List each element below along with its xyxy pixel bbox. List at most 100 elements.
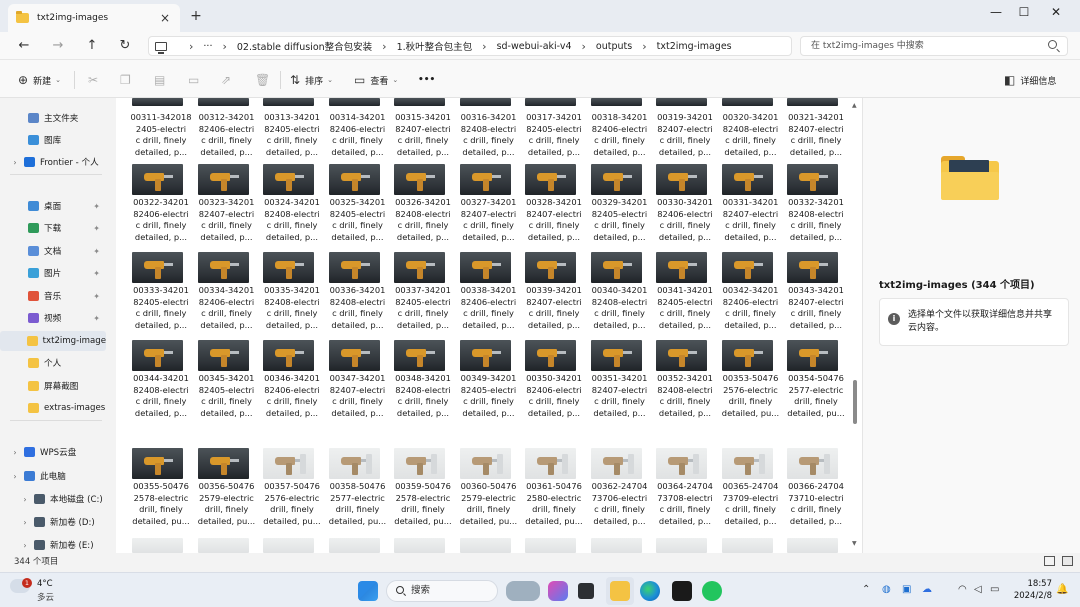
tab-txt2img-images[interactable]: txt2img-images × bbox=[8, 4, 180, 32]
partial-thumbnail[interactable] bbox=[394, 538, 445, 553]
file-item[interactable]: 00356-50476 2579-electric drill, finely … bbox=[196, 448, 258, 532]
forward-button[interactable]: → bbox=[50, 38, 66, 54]
file-item[interactable]: 00360-50476 2579-electric drill, finely … bbox=[458, 448, 520, 532]
start-button[interactable] bbox=[358, 581, 378, 601]
file-item[interactable]: 00346-34201 82406-electri c drill, finel… bbox=[261, 340, 323, 424]
sidebar-item-8[interactable]: 视频 ✦ bbox=[0, 308, 106, 328]
partial-thumbnail[interactable] bbox=[263, 538, 314, 553]
delete-button[interactable]: 🗑 bbox=[255, 72, 275, 88]
file-item[interactable]: 00318-34201 82406-electri c drill, finel… bbox=[589, 98, 651, 164]
sidebar-item-7[interactable]: 音乐 ✦ bbox=[0, 286, 106, 306]
tiles-view-icon[interactable] bbox=[1062, 556, 1073, 566]
file-item[interactable]: 00325-34201 82405-electri c drill, finel… bbox=[327, 164, 389, 248]
file-item[interactable]: 00361-50476 2580-electric drill, finely … bbox=[523, 448, 585, 532]
breadcrumb-separator-icon[interactable]: › bbox=[222, 40, 226, 53]
rename-button[interactable]: ▭ bbox=[188, 72, 204, 88]
notification-bell-icon[interactable]: 🔔 bbox=[1056, 584, 1068, 595]
file-item[interactable]: 00365-24704 73709-electri c drill, finel… bbox=[720, 448, 782, 532]
sidebar-item-6[interactable]: 图片 ✦ bbox=[0, 263, 106, 283]
tab-close-icon[interactable]: × bbox=[158, 11, 172, 25]
maximize-button[interactable]: ☐ bbox=[1010, 4, 1038, 20]
file-item[interactable]: 00344-34201 82408-electri c drill, finel… bbox=[130, 340, 192, 424]
up-button[interactable]: ↑ bbox=[84, 38, 100, 54]
breadcrumb-item[interactable]: outputs bbox=[596, 41, 632, 52]
partial-thumbnail[interactable] bbox=[721, 538, 773, 553]
file-item[interactable]: 00355-50476 2578-electric drill, finely … bbox=[130, 448, 192, 532]
battery-icon[interactable]: ▭ bbox=[990, 584, 999, 595]
wifi-icon[interactable]: ◠ bbox=[958, 584, 967, 595]
file-explorer-taskbar-icon[interactable] bbox=[610, 581, 630, 601]
file-item[interactable]: 00345-34201 82405-electri c drill, finel… bbox=[196, 340, 258, 424]
task-view-icon[interactable] bbox=[578, 583, 594, 599]
breadcrumb-item[interactable]: 1.秋叶整合包主包 bbox=[397, 39, 473, 53]
breadcrumb-separator-icon[interactable]: › bbox=[382, 40, 386, 53]
file-item[interactable]: 00329-34201 82405-electri c drill, finel… bbox=[589, 164, 651, 248]
partial-thumbnail[interactable] bbox=[197, 538, 249, 553]
file-item[interactable]: 00366-24704 73710-electri c drill, finel… bbox=[785, 448, 847, 532]
file-item[interactable]: 00320-34201 82408-electri c drill, finel… bbox=[720, 98, 782, 164]
file-item[interactable]: 00339-34201 82407-electri c drill, finel… bbox=[523, 252, 585, 336]
close-window-button[interactable]: ✕ bbox=[1042, 4, 1070, 20]
scroll-up-icon[interactable]: ▲ bbox=[852, 102, 857, 109]
paste-button[interactable]: ▤ bbox=[154, 72, 170, 88]
file-item[interactable]: 00358-50476 2577-electric drill, finely … bbox=[327, 448, 389, 532]
file-item[interactable]: 00316-34201 82408-electri c drill, finel… bbox=[458, 98, 520, 164]
view-button[interactable]: ▭ 查看 ⌄ bbox=[354, 72, 398, 88]
sidebar-item-5[interactable]: 文档 ✦ bbox=[0, 241, 106, 261]
chevron-right-icon[interactable]: › bbox=[10, 472, 20, 481]
partial-thumbnail[interactable] bbox=[590, 538, 642, 553]
scroll-down-icon[interactable]: ▼ bbox=[852, 540, 857, 547]
sort-button[interactable]: ⇅ 排序 ⌄ bbox=[290, 72, 333, 88]
file-item[interactable]: 00341-34201 82405-electri c drill, finel… bbox=[654, 252, 716, 336]
details-view-icon[interactable] bbox=[1044, 556, 1055, 566]
chevron-right-icon[interactable]: › bbox=[10, 448, 20, 457]
breadcrumb-item[interactable]: sd-webui-aki-v4 bbox=[497, 41, 572, 52]
file-item[interactable]: 00354-50476 2577-electric drill, finely … bbox=[785, 340, 847, 424]
volume-icon[interactable]: ◁ bbox=[974, 584, 982, 595]
file-item[interactable]: 00311-342018 2405-electri c drill, finel… bbox=[130, 98, 192, 164]
file-item[interactable]: 00335-34201 82408-electri c drill, finel… bbox=[261, 252, 323, 336]
more-options-button[interactable]: ••• bbox=[418, 72, 435, 88]
file-item[interactable]: 00337-34201 82405-electri c drill, finel… bbox=[392, 252, 454, 336]
tray-app-icon[interactable]: ▣ bbox=[902, 584, 911, 595]
back-button[interactable]: ← bbox=[16, 38, 32, 54]
edge-icon[interactable] bbox=[640, 581, 660, 601]
details-pane-button[interactable]: ◧ 详细信息 bbox=[1004, 72, 1056, 88]
partial-thumbnail[interactable] bbox=[328, 538, 380, 553]
file-item[interactable]: 00334-34201 82406-electri c drill, finel… bbox=[196, 252, 258, 336]
file-item[interactable]: 00322-34201 82406-electri c drill, finel… bbox=[130, 164, 192, 248]
file-item[interactable]: 00333-34201 82405-electri c drill, finel… bbox=[130, 252, 192, 336]
sidebar-item-3[interactable]: 桌面 ✦ bbox=[0, 196, 106, 216]
file-item[interactable]: 00351-34201 82407-electri c drill, finel… bbox=[589, 340, 651, 424]
breadcrumb-separator-icon[interactable]: › bbox=[582, 40, 586, 53]
sidebar-item-13[interactable]: › WPS云盘 bbox=[0, 442, 106, 462]
file-item[interactable]: 00330-34201 82406-electri c drill, finel… bbox=[654, 164, 716, 248]
capcut-icon[interactable] bbox=[672, 581, 692, 601]
refresh-button[interactable]: ↻ bbox=[117, 38, 133, 54]
file-item[interactable]: 00321-34201 82407-electri c drill, finel… bbox=[785, 98, 847, 164]
partial-thumbnail[interactable] bbox=[656, 538, 707, 553]
new-tab-button[interactable]: + bbox=[188, 8, 204, 24]
file-item[interactable]: 00362-24704 73706-electri c drill, finel… bbox=[589, 448, 651, 532]
file-item[interactable]: 00336-34201 82408-electri c drill, finel… bbox=[327, 252, 389, 336]
file-item[interactable]: 00364-24704 73708-electri c drill, finel… bbox=[654, 448, 716, 532]
file-item[interactable]: 00343-34201 82407-electri c drill, finel… bbox=[785, 252, 847, 336]
search-highlight-icon[interactable] bbox=[506, 581, 540, 601]
sidebar-item-4[interactable]: 下载 ✦ bbox=[0, 218, 106, 238]
taskbar-search[interactable]: 搜索 bbox=[386, 580, 498, 602]
partial-thumbnail[interactable] bbox=[525, 538, 576, 553]
sidebar-item-0[interactable]: 主文件夹 bbox=[0, 108, 106, 128]
file-item[interactable]: 00327-34201 82407-electri c drill, finel… bbox=[458, 164, 520, 248]
file-item[interactable]: 00328-34201 82407-electri c drill, finel… bbox=[523, 164, 585, 248]
partial-thumbnail[interactable] bbox=[787, 538, 838, 553]
chevron-up-icon[interactable]: ⌃ bbox=[862, 584, 870, 595]
sidebar-item-11[interactable]: 屏幕截图 bbox=[0, 376, 106, 396]
breadcrumb-item[interactable]: txt2img-images bbox=[657, 41, 732, 52]
sidebar-item-17[interactable]: › 新加卷 (E:) bbox=[0, 535, 106, 555]
system-clock[interactable]: 18:57 2024/2/8 bbox=[1010, 578, 1052, 602]
file-item[interactable]: 00326-34201 82408-electri c drill, finel… bbox=[392, 164, 454, 248]
file-item[interactable]: 00314-34201 82406-electri c drill, finel… bbox=[327, 98, 389, 164]
breadcrumb-separator-icon[interactable]: › bbox=[642, 40, 646, 53]
sidebar-item-12[interactable]: extras-images bbox=[0, 398, 106, 418]
chevron-right-icon[interactable]: › bbox=[20, 518, 30, 527]
